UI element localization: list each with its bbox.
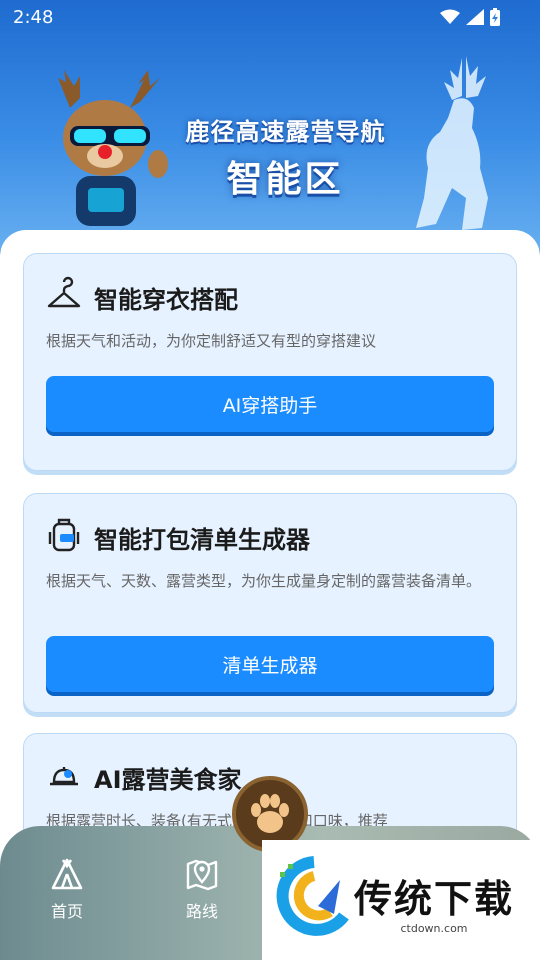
banner-subtitle: 智能区 — [226, 159, 344, 200]
ai-outfit-button[interactable]: AI穿搭助手 — [46, 376, 494, 432]
reindeer-mascot-icon — [58, 70, 168, 226]
map-pin-icon — [186, 859, 218, 891]
wifi-icon — [440, 9, 460, 24]
card-title: 智能打包清单生成器 — [94, 526, 310, 554]
backpack-icon — [48, 518, 80, 552]
paw-icon — [251, 794, 289, 833]
card-description: 根据天气和活动，为你定制舒适又有型的穿搭建议 — [46, 332, 377, 350]
deer-silhouette-icon — [416, 56, 488, 230]
watermark-text: 传统下载 — [354, 877, 515, 921]
status-bar: 2:48 — [0, 0, 540, 36]
battery-icon — [490, 8, 500, 26]
tent-icon — [51, 858, 83, 890]
watermark-url: ctdown.com — [400, 922, 468, 935]
cooking-pot-icon — [50, 767, 78, 786]
cellular-signal-icon — [466, 9, 484, 25]
nav-item-route[interactable]: 路线 — [162, 856, 242, 922]
watermark: 传统下载 ctdown.com — [262, 840, 540, 960]
nav-label-route: 路线 — [185, 902, 218, 921]
list-generator-button[interactable]: 清单生成器 — [46, 636, 494, 692]
card-title: AI露营美食家 — [94, 766, 242, 794]
banner-title: 鹿径高速露营导航 — [185, 118, 386, 146]
card-title: 智能穿衣搭配 — [94, 286, 238, 314]
card-description: 根据天气、天数、露营类型，为你生成量身定制的露营装备清单。 — [46, 572, 482, 590]
nav-label-home: 首页 — [50, 902, 83, 921]
watermark-logo-icon — [276, 856, 349, 936]
packing-list-card: 智能打包清单生成器 根据天气、天数、露营类型，为你生成量身定制的露营装备清单。 … — [23, 493, 517, 713]
header-banner: 鹿径高速露营导航 智能区 — [0, 0, 540, 250]
status-time: 2:48 — [13, 7, 54, 28]
hanger-icon — [47, 276, 81, 308]
outfit-card: 智能穿衣搭配 根据天气和活动，为你定制舒适又有型的穿搭建议 AI穿搭助手 — [23, 253, 517, 471]
nav-item-home[interactable]: 首页 — [27, 856, 107, 922]
